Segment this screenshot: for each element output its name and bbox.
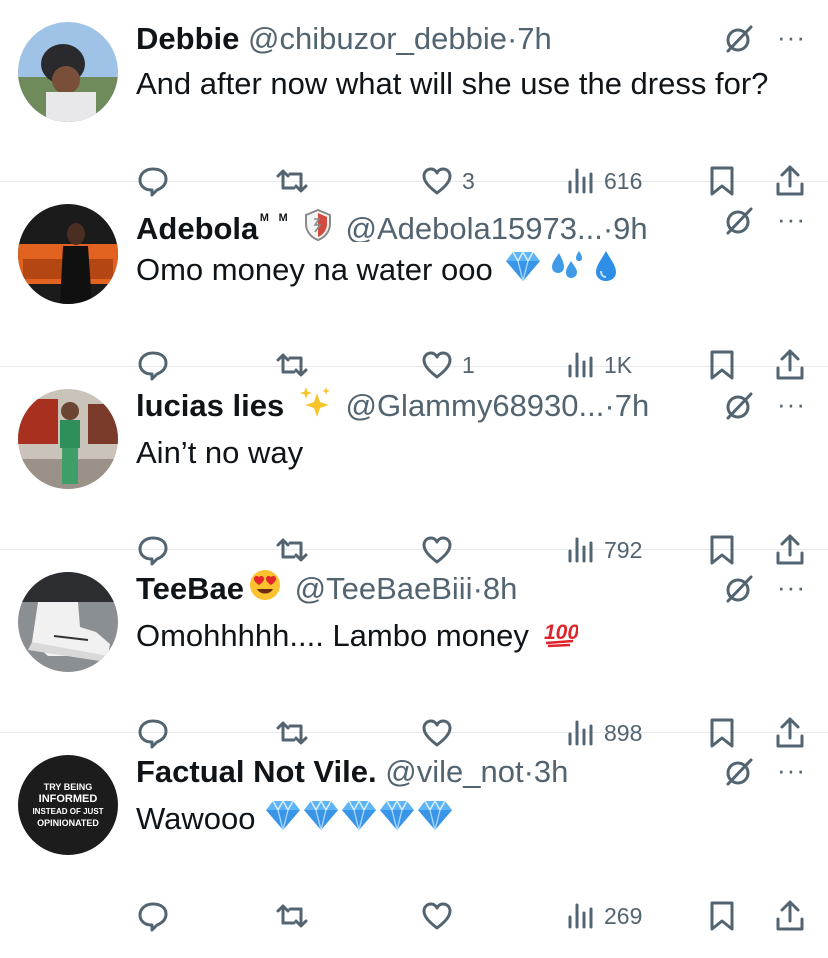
shield-emoji-icon bbox=[303, 208, 333, 242]
separator-dot: · bbox=[523, 754, 534, 789]
more-icon[interactable]: ··· bbox=[777, 204, 806, 234]
bookmark-icon bbox=[710, 901, 734, 931]
avatar-text-line: OPINIONATED bbox=[37, 818, 99, 828]
tweet-header: TeeBae @TeeBaeBiii·8h bbox=[136, 568, 708, 610]
user-handle[interactable]: @chibuzor_debbie bbox=[248, 21, 507, 56]
tweet-text: Ain’t no way bbox=[136, 435, 304, 470]
avatar-text-line: TRY BEING bbox=[43, 782, 93, 792]
grok-icon[interactable] bbox=[724, 206, 754, 236]
tweet-text: Wawooo bbox=[136, 801, 256, 836]
tweet-header: Debbie @chibuzor_debbie·7h bbox=[136, 18, 708, 60]
sparkles-emoji-icon bbox=[297, 385, 333, 427]
sweat-droplets-emoji-icon bbox=[549, 249, 585, 294]
tweet-item[interactable]: lucias lies @Glammy68930...·7h ··· Ain’t… bbox=[0, 367, 828, 566]
share-button[interactable] bbox=[774, 899, 806, 933]
timestamp[interactable]: 7h bbox=[517, 21, 551, 56]
tweet-text-row: Omohhhhh.... Lambo money 100 bbox=[136, 614, 776, 659]
grok-icon[interactable] bbox=[724, 391, 754, 421]
bookmark-button[interactable] bbox=[708, 899, 736, 933]
avatar[interactable] bbox=[18, 204, 118, 304]
retweet-button[interactable] bbox=[274, 899, 310, 933]
user-handle[interactable]: @vile_not bbox=[385, 754, 523, 789]
avatar-text-line: INFORMED bbox=[38, 793, 98, 805]
diamond-emoji-icon bbox=[341, 799, 377, 842]
grok-icon[interactable] bbox=[724, 24, 754, 54]
grok-icon[interactable] bbox=[724, 757, 754, 787]
more-icon[interactable]: ··· bbox=[777, 755, 806, 785]
avatar[interactable] bbox=[18, 572, 118, 672]
display-name[interactable]: Debbie bbox=[136, 21, 239, 56]
more-icon[interactable]: ··· bbox=[777, 389, 806, 419]
tweet-item[interactable]: Debbie @chibuzor_debbie·7h ··· And after… bbox=[0, 0, 828, 197]
action-bar: 269 bbox=[136, 899, 810, 933]
heart-eyes-emoji-icon bbox=[248, 568, 282, 610]
tweet-item[interactable]: TRY BEING INFORMED INSTEAD OF JUST OPINI… bbox=[0, 733, 828, 958]
tweet-item[interactable]: TeeBae @TeeBaeBiii·8h ··· Omohhhhh.... L… bbox=[0, 550, 828, 749]
user-handle[interactable]: @Adebola15973... bbox=[346, 211, 603, 242]
share-icon bbox=[776, 900, 804, 931]
diamond-emoji-icon bbox=[505, 250, 541, 293]
user-handle[interactable]: @Glammy68930... bbox=[345, 388, 604, 423]
tweet-text: Omo money na water ooo bbox=[136, 252, 493, 287]
diamond-emoji-icon bbox=[303, 799, 339, 842]
tweet-text-row: Wawooo bbox=[136, 797, 776, 842]
avatar[interactable] bbox=[18, 389, 118, 489]
tweet-header: Factual Not Vile. @vile_not·3h bbox=[136, 751, 708, 793]
separator-dot: · bbox=[506, 21, 518, 56]
like-icon bbox=[422, 902, 452, 930]
timestamp[interactable]: 9h bbox=[613, 211, 647, 242]
tweet-item[interactable]: Adebola ᴹ ᴹ @Adebola15973...·9h ··· Omo m… bbox=[0, 182, 828, 381]
tweet-text-row: Omo money na water ooo bbox=[136, 248, 776, 294]
display-name[interactable]: Adebola bbox=[136, 211, 258, 242]
timestamp[interactable]: 7h bbox=[615, 388, 649, 423]
tweet-header: Adebola ᴹ ᴹ @Adebola15973...·9h bbox=[136, 200, 708, 242]
tweet-header: lucias lies @Glammy68930...·7h bbox=[136, 385, 708, 427]
separator-dot: · bbox=[602, 211, 614, 242]
hundred-points-emoji-icon: 100 bbox=[542, 616, 579, 659]
display-name[interactable]: TeeBae bbox=[136, 571, 244, 606]
tweet-text: And after now what will she use the dres… bbox=[136, 66, 769, 101]
views-icon bbox=[568, 903, 593, 929]
like-button[interactable] bbox=[420, 899, 454, 933]
avatar[interactable]: TRY BEING INFORMED INSTEAD OF JUST OPINI… bbox=[18, 755, 118, 855]
tweet-text: Omohhhhh.... Lambo money bbox=[136, 618, 529, 653]
droplet-emoji-icon bbox=[593, 249, 619, 294]
separator-dot: · bbox=[472, 571, 483, 606]
more-icon[interactable]: ··· bbox=[777, 22, 806, 52]
retweet-icon bbox=[276, 904, 308, 928]
display-name[interactable]: lucias lies bbox=[136, 388, 284, 423]
display-name-suffix: ᴹ ᴹ bbox=[260, 212, 291, 229]
more-icon[interactable]: ··· bbox=[777, 572, 806, 602]
reply-button[interactable] bbox=[136, 899, 170, 933]
user-handle[interactable]: @TeeBaeBiii bbox=[295, 571, 473, 606]
views-button[interactable]: 269 bbox=[566, 899, 642, 933]
diamond-emoji-icon bbox=[265, 799, 301, 842]
grok-icon[interactable] bbox=[724, 574, 754, 604]
avatar[interactable] bbox=[18, 22, 118, 122]
timestamp[interactable]: 8h bbox=[483, 571, 517, 606]
views-count: 269 bbox=[604, 902, 643, 929]
avatar-text-line: INSTEAD OF JUST bbox=[32, 807, 104, 816]
separator-dot: · bbox=[604, 388, 615, 423]
timestamp[interactable]: 3h bbox=[534, 754, 568, 789]
display-name[interactable]: Factual Not Vile. bbox=[136, 754, 377, 789]
diamond-emoji-icon bbox=[379, 799, 415, 842]
reply-icon bbox=[138, 902, 168, 932]
diamond-emoji-icon bbox=[417, 799, 453, 842]
